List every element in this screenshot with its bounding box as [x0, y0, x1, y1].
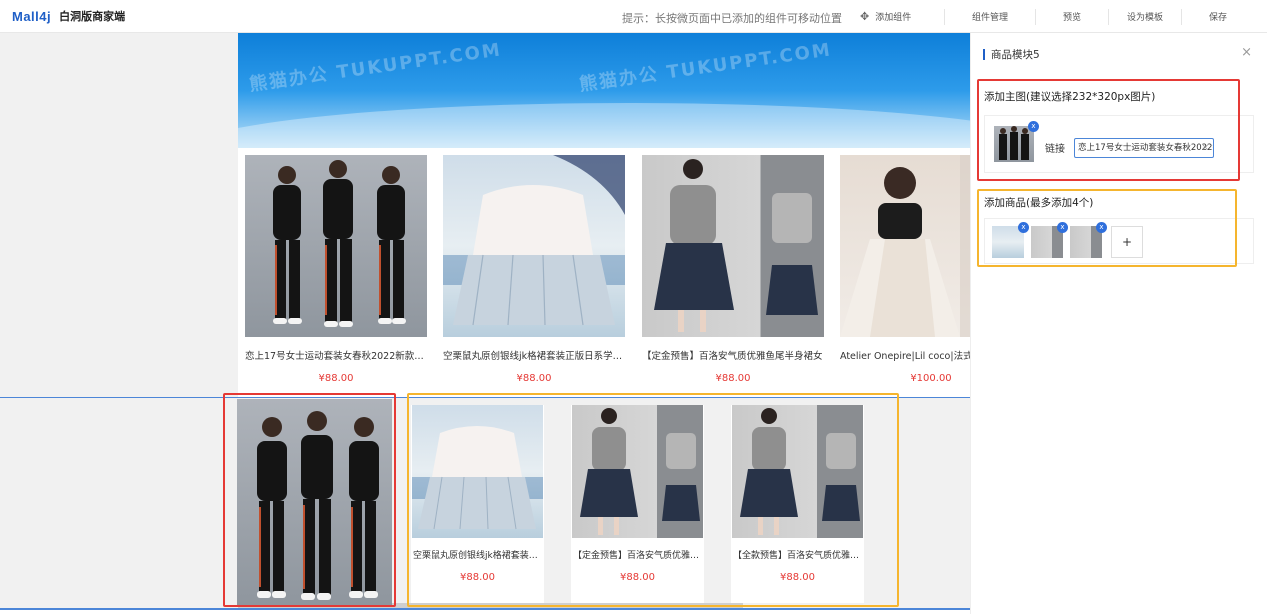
logo: Mall4j 白洞版商家端 — [12, 8, 125, 24]
add-component-button[interactable]: ✥ 添加组件 — [860, 0, 944, 33]
close-icon[interactable]: × — [1241, 45, 1252, 60]
product-image — [840, 155, 970, 337]
product-image — [443, 155, 625, 337]
product-image — [642, 155, 824, 337]
toolbar-actions: ✥ 添加组件 组件管理 预览 设为模板 保存 — [860, 0, 1254, 33]
main-image-panel-highlight — [977, 79, 1240, 181]
settings-panel: 商品模块5 × 添加主图(建议选择232*320px图片) x 链接 恋上17号… — [970, 33, 1267, 614]
product-card[interactable]: 恋上17号女士运动套装女春秋2022新款洋气休闲时尚卫衣三件套 ¥88.00 — [245, 155, 427, 384]
panel-title: 商品模块5 — [983, 47, 1040, 62]
main-image-highlight — [223, 393, 396, 607]
product-grid: 恋上17号女士运动套装女春秋2022新款洋气休闲时尚卫衣三件套 ¥88.00 空… — [238, 155, 970, 395]
panel-title-text: 商品模块5 — [991, 49, 1040, 61]
product-price: ¥88.00 — [318, 373, 354, 384]
product-name: Atelier Onepire|Lil coco|法式仙女纱裙 — [840, 351, 970, 362]
preview-button[interactable]: 预览 — [1036, 0, 1108, 33]
add-component-label: 添加组件 — [875, 13, 912, 23]
title-accent-bar — [983, 49, 985, 60]
product-image — [245, 155, 427, 337]
product-card[interactable]: Atelier Onepire|Lil coco|法式仙女纱裙 ¥100.00 — [840, 155, 970, 384]
page-preview: 熊猫办公 TUKUPPT.COM 熊猫办公 TUKUPPT.COM 恋上17号女… — [238, 33, 970, 397]
products-highlight — [407, 393, 899, 607]
lolita-dress-figure — [443, 155, 625, 326]
banner-image[interactable]: 熊猫办公 TUKUPPT.COM 熊猫办公 TUKUPPT.COM — [238, 33, 970, 148]
set-template-button[interactable]: 设为模板 — [1109, 0, 1181, 33]
product-name: 恋上17号女士运动套装女春秋2022新款洋气休闲时尚卫衣三件套 — [245, 351, 427, 362]
product-card[interactable]: 空栗鼠丸原创银线jk格裙套装正版日系学院风 ¥88.00 — [443, 155, 625, 384]
app-title: 白洞版商家端 — [59, 10, 126, 23]
product-name: 空栗鼠丸原创银线jk格裙套装正版日系学院风 — [443, 351, 625, 362]
product-price: ¥88.00 — [715, 373, 751, 384]
product-name: 【定金预售】百洛安气质优雅鱼尾半身裙女 — [642, 351, 823, 362]
tulle-dress-figure — [840, 155, 970, 337]
canvas-background — [0, 33, 238, 397]
save-button[interactable]: 保存 — [1182, 0, 1254, 33]
product-card[interactable]: 【定金预售】百洛安气质优雅鱼尾半身裙女 ¥88.00 — [642, 155, 824, 384]
top-bar: Mall4j 白洞版商家端 提示：长按微页面中已添加的组件可移动位置 ✥ 添加组… — [0, 0, 1267, 33]
banner-wave — [238, 103, 970, 148]
knit-skirt-figure — [654, 159, 818, 332]
banner-watermark: 熊猫办公 TUKUPPT.COM — [577, 39, 834, 96]
hint-text: 提示：长按微页面中已添加的组件可移动位置 — [622, 12, 842, 25]
products-panel-highlight — [977, 189, 1237, 267]
module-selection-border — [0, 608, 970, 610]
component-mgmt-button[interactable]: 组件管理 — [945, 0, 1035, 33]
sport-suit-figures — [273, 160, 406, 327]
product-price: ¥100.00 — [910, 373, 952, 384]
product-price: ¥88.00 — [516, 373, 552, 384]
move-icon: ✥ — [860, 10, 870, 23]
banner-watermark: 熊猫办公 TUKUPPT.COM — [247, 39, 504, 96]
logo-mark: Mall4j — [12, 8, 52, 24]
